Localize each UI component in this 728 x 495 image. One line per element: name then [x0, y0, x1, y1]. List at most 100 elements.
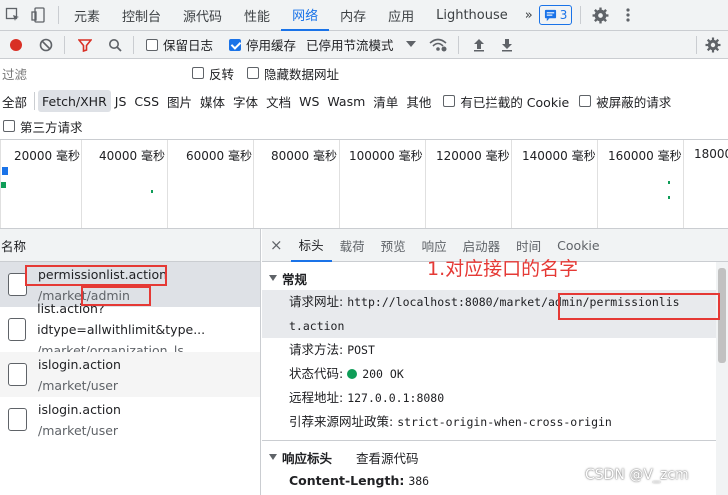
request-method-label: 请求方法: — [289, 342, 344, 357]
tab-memory[interactable]: 内存 — [329, 0, 377, 31]
network-conditions-icon[interactable] — [426, 33, 450, 57]
referrer-policy-label: 引荐来源网址政策: — [289, 414, 394, 429]
checkbox-box[interactable] — [579, 95, 592, 107]
request-row[interactable]: islogin.action /market/user — [0, 397, 260, 442]
invert-checkbox[interactable]: 反转 — [192, 64, 234, 83]
preserve-log-label: 保留日志 — [163, 38, 214, 53]
message-icon — [544, 9, 556, 21]
resource-type-filter: 全部 Fetch/XHR JS CSS 图片 媒体 字体 文档 WS Wasm … — [0, 87, 728, 115]
invert-label: 反转 — [209, 66, 235, 82]
third-party-checkbox[interactable]: 第三方请求 — [3, 117, 83, 136]
network-toolbar: 保留日志 停用缓存 已停用节流模式 — [0, 31, 728, 59]
toolbar-divider — [64, 35, 65, 54]
type-other[interactable]: 其他 — [402, 90, 435, 112]
request-method-value: POST — [347, 343, 375, 357]
checkbox-box[interactable] — [443, 95, 456, 107]
referrer-policy-row: 引荐来源网址政策: strict-origin-when-cross-origi… — [262, 410, 728, 434]
checkbox-box[interactable] — [192, 67, 204, 79]
network-settings-gear-icon[interactable] — [701, 33, 725, 57]
type-manifest[interactable]: 清单 — [369, 90, 402, 112]
tab-console[interactable]: 控制台 — [111, 0, 172, 31]
tab-network[interactable]: 网络 — [281, 0, 330, 31]
checkbox-box[interactable] — [146, 38, 158, 51]
status-ok-icon — [347, 369, 358, 379]
type-ws[interactable]: WS — [295, 90, 323, 112]
throttling-select[interactable]: 已停用节流模式 — [306, 35, 416, 54]
toolbar-divider — [58, 6, 59, 24]
preserve-log-checkbox[interactable]: 保留日志 — [146, 35, 213, 54]
remote-address-row: 远程地址: 127.0.0.1:8080 — [262, 386, 728, 410]
tab-lighthouse[interactable]: Lighthouse — [425, 0, 519, 31]
request-path: /market/user — [38, 422, 119, 438]
clear-icon[interactable] — [34, 33, 58, 57]
watermark-text: CSDN @V_zcm — [585, 467, 689, 483]
import-har-icon[interactable] — [467, 33, 491, 57]
status-code-row: 状态代码: 200 OK — [262, 362, 728, 386]
filter-input[interactable]: 过滤 — [1, 62, 179, 84]
request-url-label: 请求网址: — [289, 294, 344, 309]
content-length-label: Content-Length: — [289, 473, 405, 488]
blocked-cookies-label: 有已拦截的 Cookie — [460, 94, 570, 110]
remote-address-value: 127.0.0.1:8080 — [347, 391, 445, 405]
more-tabs-button[interactable]: » — [519, 0, 539, 31]
checkbox-box[interactable] — [247, 67, 260, 79]
type-media[interactable]: 媒体 — [196, 90, 229, 112]
request-row[interactable]: islogin.action /market/user — [0, 352, 260, 397]
issues-badge[interactable]: 3 — [538, 5, 573, 25]
devtools-top-tabbar: 元素 控制台 源代码 性能 网络 内存 应用 Lighthouse » 3 — [0, 0, 728, 31]
hide-data-urls-label: 隐藏数据网址 — [264, 66, 340, 82]
remote-address-label: 远程地址: — [289, 390, 344, 405]
network-overview-timeline[interactable]: 20000 毫秒 40000 毫秒 60000 毫秒 80000 毫秒 1000… — [0, 139, 728, 229]
name-column-header[interactable]: 名称 — [0, 229, 260, 262]
third-party-row: 第三方请求 — [0, 115, 83, 137]
response-headers-section-header[interactable]: 响应标头 查看源代码 — [262, 445, 728, 469]
type-img[interactable]: 图片 — [163, 90, 196, 112]
blocked-cookies-checkbox[interactable]: 有已拦截的 Cookie — [443, 92, 569, 111]
blocked-requests-checkbox[interactable]: 被屏蔽的请求 — [579, 92, 671, 111]
filter-row: 过滤 反转 隐藏数据网址 — [0, 59, 728, 87]
referrer-policy-value: strict-origin-when-cross-origin — [397, 415, 612, 429]
tab-preview[interactable]: 预览 — [373, 229, 414, 262]
type-font[interactable]: 字体 — [229, 90, 262, 112]
device-toolbar-icon[interactable] — [28, 4, 50, 26]
checkbox-box[interactable] — [229, 38, 242, 51]
collapse-triangle-icon — [269, 454, 277, 460]
settings-gear-icon[interactable] — [589, 4, 611, 26]
toolbar-divider — [580, 6, 582, 24]
request-url-value-cont: t.action — [289, 319, 345, 333]
disable-cache-checkbox[interactable]: 停用缓存 — [229, 35, 296, 54]
type-doc[interactable]: 文档 — [262, 90, 295, 112]
toolbar-divider — [34, 92, 36, 110]
type-wasm[interactable]: Wasm — [323, 90, 369, 112]
search-icon[interactable] — [103, 33, 127, 57]
annotation-text: 1.对应接口的名字 — [427, 258, 579, 280]
timeline-request-bars — [1, 167, 670, 199]
inspect-element-icon[interactable] — [2, 4, 24, 26]
close-detail-button[interactable]: × — [262, 229, 291, 262]
type-js[interactable]: JS — [111, 90, 131, 112]
request-url-value: http://localhost:8080/market/admin/permi… — [347, 295, 680, 309]
tab-elements[interactable]: 元素 — [63, 0, 111, 31]
document-icon — [8, 408, 27, 431]
export-har-icon[interactable] — [495, 33, 519, 57]
hide-data-urls-checkbox[interactable]: 隐藏数据网址 — [247, 64, 339, 83]
checkbox-box[interactable] — [3, 120, 15, 132]
tab-payload[interactable]: 载荷 — [332, 229, 373, 262]
request-list: 名称 permissionlist.action /market/admin l… — [0, 229, 261, 495]
request-name: list.action?idtype=allwithlimit&type... — [37, 301, 206, 337]
tab-headers[interactable]: 标头 — [290, 229, 332, 262]
record-icon[interactable] — [4, 33, 28, 57]
detail-scrollbar-thumb[interactable] — [718, 268, 726, 363]
tab-sources[interactable]: 源代码 — [172, 0, 233, 31]
more-options-icon[interactable] — [617, 4, 639, 26]
tab-performance[interactable]: 性能 — [233, 0, 281, 31]
type-fetch-xhr[interactable]: Fetch/XHR — [38, 90, 111, 112]
request-row[interactable]: list.action?idtype=allwithlimit&type... … — [0, 301, 260, 358]
type-all[interactable]: 全部 — [0, 90, 31, 112]
filter-funnel-icon[interactable] — [73, 33, 97, 57]
tab-application[interactable]: 应用 — [377, 0, 425, 31]
type-css[interactable]: CSS — [130, 90, 163, 112]
request-name: islogin.action — [38, 401, 121, 417]
collapse-triangle-icon — [269, 275, 277, 281]
view-source-link[interactable]: 查看源代码 — [356, 448, 419, 467]
